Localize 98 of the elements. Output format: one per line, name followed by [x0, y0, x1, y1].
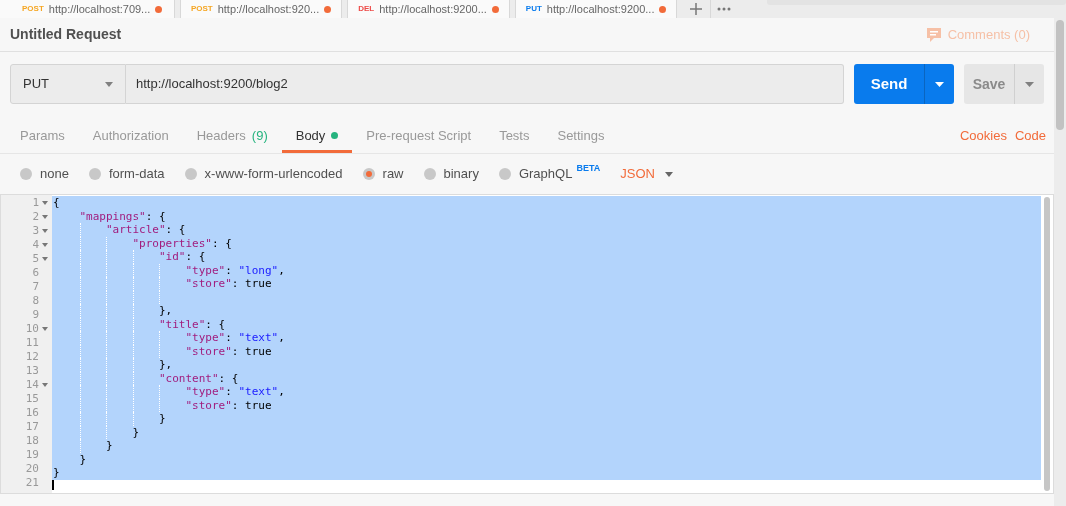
line-number: 17 — [25, 418, 39, 435]
comment-icon — [925, 26, 942, 43]
code-line: "properties": { — [131, 236, 232, 251]
code-line: "store": true — [184, 344, 272, 359]
link[interactable]: Cookies — [959, 125, 1007, 145]
radio-button[interactable] — [362, 168, 375, 180]
line-number: 1 — [32, 195, 39, 211]
request-section-tab[interactable]: Headers (9) — [182, 121, 282, 153]
code-line: "article": { — [105, 223, 186, 237]
tab-url: http://localhost:709... — [48, 3, 151, 15]
radio-button[interactable] — [423, 168, 436, 180]
code-line: } — [78, 452, 87, 467]
editor-scrollbar[interactable] — [1041, 195, 1053, 493]
text-cursor — [52, 479, 54, 490]
code-line: } — [53, 466, 60, 480]
line-number: 4 — [32, 236, 39, 253]
line-number: 11 — [25, 334, 39, 351]
fold-icon[interactable] — [41, 201, 48, 205]
line-number: 21 — [25, 474, 39, 491]
fold-icon[interactable] — [41, 383, 48, 387]
more-icon — [716, 7, 731, 11]
code-line: }, — [157, 304, 173, 318]
line-number: 14 — [25, 376, 39, 393]
line-number: 6 — [32, 264, 39, 281]
request-tab[interactable]: POST http://localhost:920... — [179, 0, 343, 18]
method-label: POST — [190, 5, 213, 13]
line-number: 16 — [25, 404, 39, 421]
fold-icon[interactable] — [41, 327, 48, 331]
line-number: 20 — [25, 460, 39, 477]
caret-icon — [1025, 81, 1034, 87]
code-line: }, — [157, 358, 173, 372]
line-number: 2 — [32, 208, 39, 225]
comments-button[interactable]: Comments (0) — [925, 24, 1030, 45]
line-number: 10 — [25, 320, 39, 337]
line-number: 8 — [32, 292, 39, 309]
request-tab[interactable]: PUT http://localhost:9200... — [514, 0, 678, 18]
radio-button[interactable] — [20, 168, 32, 180]
tab-url: http://localhost:9200... — [546, 3, 655, 15]
radio-button[interactable] — [498, 168, 511, 180]
line-number: 9 — [32, 306, 39, 323]
code-line: "type": "text", — [184, 331, 285, 345]
line-number: 18 — [25, 432, 39, 449]
method-label: POST — [22, 5, 44, 13]
code-line: } — [104, 439, 113, 453]
request-tab[interactable]: POST http://localhost:709... — [0, 0, 175, 18]
code-line: } — [157, 412, 166, 426]
method-dropdown[interactable]: PUT — [10, 64, 126, 104]
header-count: (9) — [251, 126, 268, 145]
code-line: "title": { — [157, 317, 226, 332]
radio-label: raw — [382, 165, 404, 184]
method-label: PUT — [525, 5, 542, 13]
request-section-tab[interactable]: Settings — [543, 121, 619, 153]
code-line: "type": "text", — [184, 385, 285, 399]
line-number: 7 — [32, 278, 39, 295]
caret-icon — [935, 81, 944, 87]
line-number: 12 — [25, 348, 39, 365]
code-line: "type": "long", — [184, 263, 285, 278]
fold-icon[interactable] — [41, 257, 48, 261]
url-field[interactable]: http://localhost:9200/blog2 — [126, 64, 844, 104]
code-line: "store": true — [184, 277, 272, 291]
request-tab[interactable]: DEL http://localhost:9200... — [347, 0, 510, 18]
request-section-tab[interactable]: Pre-request Script — [352, 121, 486, 153]
request-title: Untitled Request — [10, 25, 122, 44]
code-line: { — [53, 196, 60, 210]
request-section-tab[interactable]: Tests — [485, 121, 544, 153]
request-section-tab[interactable]: Params — [6, 121, 79, 153]
request-section-tab[interactable]: Authorization — [78, 121, 183, 153]
code-line: "id": { — [157, 250, 206, 264]
caret-icon — [105, 81, 113, 87]
fold-icon[interactable] — [41, 243, 48, 247]
method-label: DEL — [358, 5, 375, 13]
line-number: 3 — [32, 222, 39, 239]
fold-icon[interactable] — [41, 215, 48, 219]
tab-url: http://localhost:9200... — [379, 3, 487, 15]
radio-label: none — [40, 165, 69, 184]
plus-icon — [690, 3, 702, 15]
fold-icon[interactable] — [41, 229, 48, 233]
line-number: 5 — [32, 250, 39, 267]
caret-icon — [664, 171, 673, 177]
request-section-tab[interactable]: Body — [281, 121, 353, 153]
format-dropdown[interactable]: JSON — [620, 164, 673, 184]
radio-button[interactable] — [88, 168, 101, 180]
code-line: "store": true — [184, 398, 272, 413]
radio-label: form-data — [108, 165, 165, 184]
code-line: } — [131, 425, 140, 440]
link[interactable]: Code — [1014, 125, 1046, 145]
beta-label: BETA — [576, 162, 601, 176]
tab-url: http://localhost:920... — [217, 3, 320, 15]
radio-button[interactable] — [184, 168, 197, 180]
radio-label: GraphQL — [518, 165, 573, 184]
line-number: 19 — [25, 446, 39, 463]
code-line: "content": { — [157, 371, 239, 386]
line-number: 15 — [25, 390, 39, 407]
page-scrollbar[interactable] — [1054, 18, 1066, 506]
code-line: "mappings": { — [78, 209, 166, 224]
line-number: 13 — [25, 362, 39, 379]
radio-label: binary — [443, 165, 479, 184]
radio-label: x-www-form-urlencoded — [204, 165, 343, 184]
